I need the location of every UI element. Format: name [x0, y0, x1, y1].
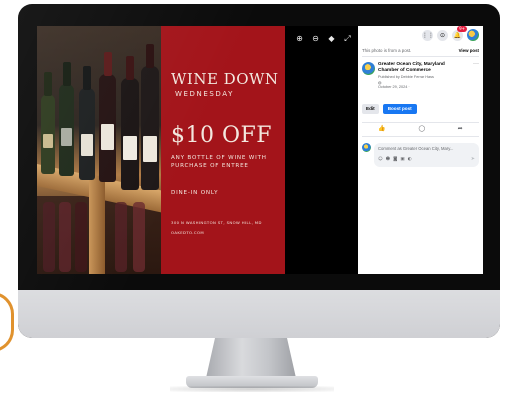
ad-address: 300 N WASHINGTON ST, SNOW HILL, MD — [171, 220, 262, 225]
ad-offer: $10 OFF — [171, 123, 273, 148]
comment-composer: Comment as Greater Ocean City, Mary... ☺… — [362, 143, 479, 167]
ad-offer-details: ANY BOTTLE OF WINE WITH PURCHASE OF ENTR… — [171, 155, 267, 169]
from-post-text: This photo is from a post. — [362, 48, 412, 53]
wine-bottle — [75, 202, 87, 272]
ad-panel: WINE DOWN WEDNESDAY $10 OFF ANY BOTTLE O… — [161, 26, 285, 274]
post-side-panel: ⋮⋮ ⊙ 🔔 9+ This photo is from a post. Vie… — [358, 26, 483, 274]
monitor-stand-neck — [206, 338, 296, 378]
from-post-row: This photo is from a post. View post — [362, 48, 479, 57]
bell-icon: 🔔 — [453, 31, 462, 39]
stand-shadow — [170, 386, 334, 392]
screen: WINE DOWN WEDNESDAY $10 OFF ANY BOTTLE O… — [37, 26, 483, 274]
ad-website: OAKEDTO.COM — [171, 230, 205, 235]
gif-icon[interactable]: ▣ — [400, 157, 404, 162]
stage: WINE DOWN WEDNESDAY $10 OFF ANY BOTTLE O… — [0, 0, 505, 395]
emoji-icon[interactable]: ☻ — [386, 157, 391, 162]
page-header: Greater Ocean City, Maryland Chamber of … — [362, 61, 479, 75]
wine-bottle — [41, 72, 55, 174]
share-icon[interactable]: ➦ — [458, 125, 463, 132]
post-photo[interactable]: WINE DOWN WEDNESDAY $10 OFF ANY BOTTLE O… — [37, 26, 285, 274]
like-icon[interactable]: 👍 — [378, 125, 385, 132]
decorative-arc — [0, 292, 14, 352]
photo-toolbar: ⊕ ⊖ ◆ ⤢ — [295, 34, 352, 43]
wine-bottle — [141, 44, 159, 190]
divider — [362, 136, 479, 137]
notification-badge: 9+ — [457, 26, 467, 32]
ad-subtitle: WEDNESDAY — [175, 90, 235, 98]
wine-bottle — [133, 202, 145, 272]
published-by: Published by Debbie Ferrar Hass — [378, 75, 434, 79]
comment-input[interactable]: Comment as Greater Ocean City, Mary... ☺… — [374, 143, 479, 167]
account-avatar[interactable] — [467, 29, 479, 41]
boost-post-button[interactable]: Boost post — [382, 104, 417, 114]
wine-bottle — [43, 202, 55, 272]
reaction-bar: 👍 ◯ ➦ — [362, 125, 479, 132]
avatar-sticker-icon[interactable]: ◐ — [408, 157, 412, 162]
post-actions-row: Edit Boost post — [362, 104, 417, 114]
comment-placeholder: Comment as Greater Ocean City, Mary... — [378, 146, 454, 151]
wine-bottle — [121, 56, 139, 190]
camera-icon[interactable]: ◙ — [393, 157, 397, 162]
shelf-post — [89, 176, 105, 274]
zoom-out-icon[interactable]: ⊖ — [311, 34, 320, 43]
zoom-in-icon[interactable]: ⊕ — [295, 34, 304, 43]
post-date[interactable]: October 29, 2024 · — [378, 85, 410, 89]
ad-dine-in: DINE-IN ONLY — [171, 190, 219, 196]
menu-icon[interactable]: ⋮⋮ — [422, 29, 434, 41]
wine-bottle — [59, 62, 74, 176]
page-name[interactable]: Greater Ocean City, Maryland Chamber of … — [378, 62, 458, 75]
comment-tools: ☺ ☻ ◙ ▣ ◐ — [378, 157, 411, 162]
ad-title: WINE DOWN — [171, 70, 279, 88]
comment-icon[interactable]: ◯ — [418, 125, 425, 132]
commenter-avatar — [362, 143, 371, 152]
tag-icon[interactable]: ◆ — [327, 34, 336, 43]
wine-bottle — [115, 202, 127, 272]
wine-bottle — [99, 52, 116, 182]
edit-button[interactable]: Edit — [362, 104, 379, 114]
divider — [362, 122, 479, 123]
page-avatar[interactable] — [362, 62, 375, 75]
top-bar: ⋮⋮ ⊙ 🔔 9+ — [358, 26, 483, 44]
more-options-icon[interactable]: ··· — [473, 61, 479, 75]
notifications-icon[interactable]: 🔔 9+ — [452, 26, 467, 41]
messenger-icon[interactable]: ⊙ — [437, 29, 448, 41]
fullscreen-icon[interactable]: ⤢ — [343, 34, 352, 43]
wine-bottle — [79, 66, 95, 180]
wine-bottle — [59, 202, 71, 272]
sticker-icon[interactable]: ☺ — [378, 157, 383, 162]
send-icon[interactable]: ➤ — [471, 156, 475, 162]
view-post-link[interactable]: View post — [459, 48, 479, 53]
monitor-chin — [18, 290, 500, 338]
